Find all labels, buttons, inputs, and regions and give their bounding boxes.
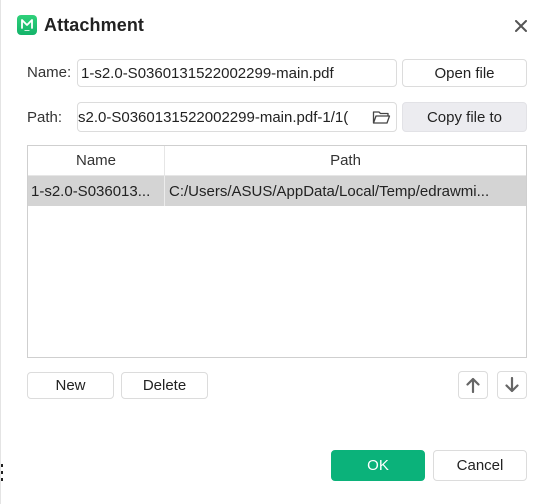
delete-button[interactable]: Delete (121, 372, 208, 399)
move-down-button[interactable] (497, 371, 527, 399)
path-label: Path: (27, 109, 63, 126)
name-value: 1-s2.0-S0360131522002299-main.pdf (81, 64, 334, 82)
folder-icon[interactable] (370, 108, 392, 126)
resize-grip[interactable] (1, 464, 4, 485)
name-field[interactable]: 1-s2.0-S0360131522002299-main.pdf (77, 59, 397, 87)
path-field[interactable]: )1/1-s2.0-S0360131522002299-main.pdf (77, 102, 397, 132)
copy-file-to-button[interactable]: Copy file to (402, 102, 527, 132)
column-header-name[interactable]: Name (28, 146, 165, 175)
column-header-path[interactable]: Path (165, 146, 526, 175)
ok-button[interactable]: OK (331, 450, 425, 481)
close-button[interactable] (511, 16, 531, 36)
row-path-cell: C:/Users/ASUS/AppData/Local/Temp/edrawmi… (169, 182, 490, 200)
table-header: Name Path (28, 146, 526, 176)
name-label: Name: (27, 64, 72, 81)
dialog-title: Attachment (44, 14, 145, 35)
row-name-cell: 1-s2.0-S036013... (28, 176, 165, 206)
new-button[interactable]: New (27, 372, 114, 399)
cancel-button[interactable]: Cancel (433, 450, 527, 481)
arrow-up-icon (466, 377, 480, 393)
arrow-down-icon (505, 377, 519, 393)
title-bar: Attachment (17, 12, 144, 38)
attachment-dialog: Attachment Name: 1-s2.0-S036013152200229… (0, 0, 551, 504)
edrawmind-logo-icon (17, 15, 37, 35)
path-value: )1/1-s2.0-S0360131522002299-main.pdf (78, 108, 349, 126)
open-file-button[interactable]: Open file (402, 59, 527, 87)
close-icon (515, 20, 527, 32)
move-up-button[interactable] (458, 371, 488, 399)
table-row[interactable]: 1-s2.0-S036013... C:/Users/ASUS/AppData/… (28, 176, 526, 206)
attachments-table: Name Path 1-s2.0-S036013... C:/Users/ASU… (27, 145, 527, 358)
